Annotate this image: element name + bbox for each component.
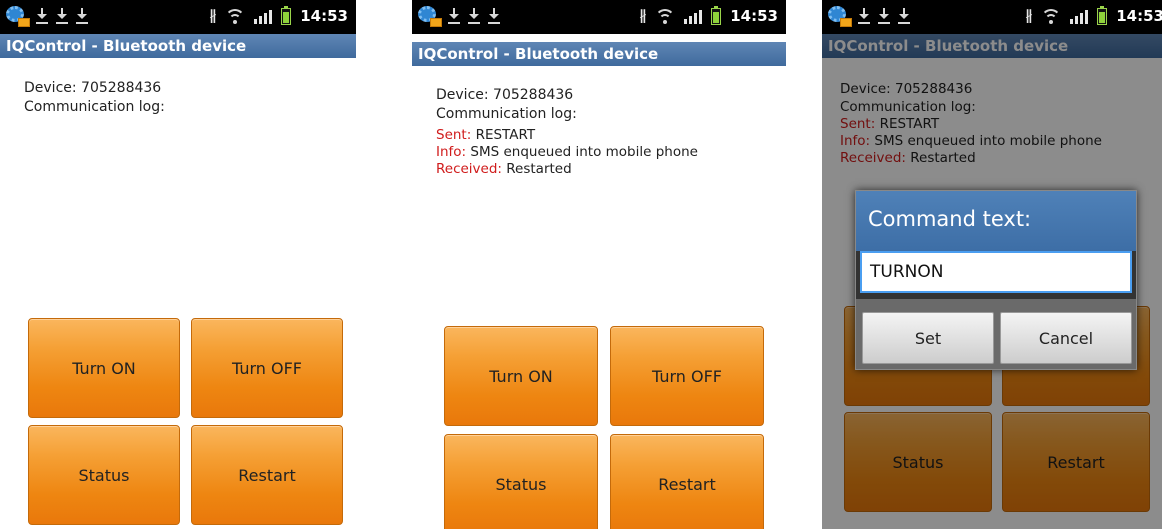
status-bar: ∦ 14:53 bbox=[0, 0, 356, 34]
download-icon bbox=[878, 8, 890, 24]
communication-log-label: Communication log: bbox=[24, 99, 165, 115]
log-entry: Info: SMS enqueued into mobile phone bbox=[436, 144, 698, 160]
download-icon bbox=[468, 8, 480, 24]
signal-icon bbox=[1070, 9, 1089, 24]
wifi-icon bbox=[1041, 8, 1062, 24]
turn-on-button[interactable]: Turn ON bbox=[444, 326, 598, 426]
app-title-bar: IQControl - Bluetooth device bbox=[412, 42, 786, 66]
command-dialog: Command text: TURNON Set Cancel bbox=[855, 190, 1137, 370]
device-label: Device: 705288436 bbox=[436, 87, 574, 103]
download-icon bbox=[448, 8, 460, 24]
screenshot-after-restart: ∦ 14:53 IQControl - Bluetooth device Dev… bbox=[412, 0, 786, 529]
status-button[interactable]: Status bbox=[444, 434, 598, 529]
download-icon bbox=[858, 8, 870, 24]
signal-icon bbox=[684, 9, 703, 24]
app-notification-icon bbox=[6, 6, 30, 27]
clock: 14:53 bbox=[730, 7, 778, 25]
clock: 14:53 bbox=[300, 7, 348, 25]
download-icon bbox=[898, 8, 910, 24]
bluetooth-icon: ∦ bbox=[1025, 8, 1033, 24]
status-bar: ∦ 14:53 bbox=[822, 0, 1162, 34]
status-bar: ∦ 14:53 bbox=[412, 0, 786, 34]
download-icon bbox=[488, 8, 500, 24]
turn-off-button[interactable]: Turn OFF bbox=[191, 318, 343, 418]
restart-button[interactable]: Restart bbox=[610, 434, 764, 529]
download-icon bbox=[36, 8, 48, 24]
turn-on-button[interactable]: Turn ON bbox=[28, 318, 180, 418]
screenshot-initial: ∦ 14:53 IQControl - Bluetooth device Dev… bbox=[0, 0, 356, 529]
communication-log: Sent: RESTART Info: SMS enqueued into mo… bbox=[436, 127, 698, 178]
wifi-icon bbox=[225, 8, 246, 24]
cancel-button[interactable]: Cancel bbox=[1000, 312, 1132, 364]
set-button[interactable]: Set bbox=[862, 312, 994, 364]
device-label: Device: 705288436 bbox=[24, 80, 162, 96]
battery-icon bbox=[1097, 5, 1108, 25]
log-entry: Received: Restarted bbox=[436, 161, 572, 177]
log-entry: Sent: RESTART bbox=[436, 127, 536, 143]
communication-log-label: Communication log: bbox=[436, 106, 577, 122]
download-icon bbox=[76, 8, 88, 24]
dialog-title: Command text: bbox=[856, 191, 1136, 251]
command-text-input[interactable]: TURNON bbox=[860, 251, 1132, 293]
bluetooth-icon: ∦ bbox=[209, 8, 217, 24]
app-notification-icon bbox=[418, 6, 442, 27]
app-notification-icon bbox=[828, 6, 852, 27]
battery-icon bbox=[711, 5, 722, 25]
screenshot-command-dialog: ∦ 14:53 IQControl - Bluetooth device Dev… bbox=[822, 0, 1162, 529]
status-button[interactable]: Status bbox=[28, 425, 180, 525]
battery-icon bbox=[281, 5, 292, 25]
wifi-icon bbox=[655, 8, 676, 24]
clock: 14:53 bbox=[1116, 7, 1162, 25]
download-icon bbox=[56, 8, 68, 24]
device-info: Device: 705288436 Communication log: Sen… bbox=[436, 86, 698, 178]
device-info: Device: 705288436 Communication log: bbox=[24, 79, 165, 117]
app-title-bar: IQControl - Bluetooth device bbox=[0, 34, 356, 58]
bluetooth-icon: ∦ bbox=[639, 8, 647, 24]
turn-off-button[interactable]: Turn OFF bbox=[610, 326, 764, 426]
restart-button[interactable]: Restart bbox=[191, 425, 343, 525]
signal-icon bbox=[254, 9, 273, 24]
